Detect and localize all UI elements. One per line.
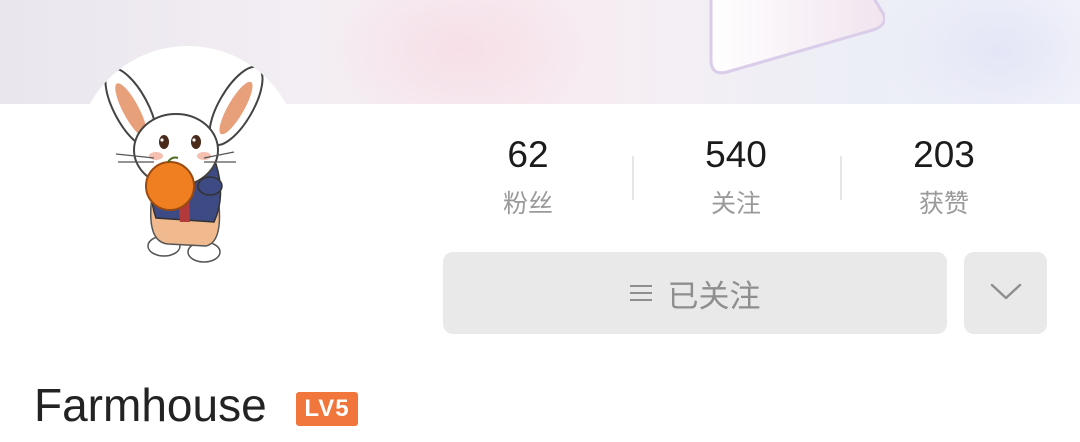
stat-followers[interactable]: 62 粉丝 bbox=[443, 132, 613, 222]
stat-value: 540 bbox=[705, 134, 767, 175]
stat-label: 粉丝 bbox=[502, 189, 553, 218]
stat-value: 62 bbox=[507, 134, 549, 175]
stat-value: 203 bbox=[913, 134, 975, 175]
username: Farmhouse bbox=[34, 379, 267, 431]
chevron-down-icon bbox=[990, 283, 1022, 300]
stat-divider bbox=[632, 156, 634, 200]
banner-glow bbox=[880, 0, 1080, 104]
more-options-button[interactable] bbox=[964, 252, 1047, 334]
level-badge: LV5 bbox=[296, 392, 358, 426]
followed-button[interactable]: 已关注 bbox=[443, 252, 947, 334]
banner-glow bbox=[330, 0, 590, 104]
banner-decoration bbox=[709, 0, 885, 75]
stat-label: 获赞 bbox=[918, 189, 969, 218]
followed-button-label: 已关注 bbox=[667, 278, 761, 315]
menu-lines-icon bbox=[629, 280, 652, 306]
rabbit-avatar-image bbox=[104, 65, 264, 263]
stat-following[interactable]: 540 关注 bbox=[651, 132, 821, 222]
stat-likes[interactable]: 203 获赞 bbox=[859, 132, 1029, 222]
avatar[interactable] bbox=[76, 46, 300, 270]
stat-label: 关注 bbox=[710, 189, 761, 218]
stat-divider bbox=[840, 156, 842, 200]
